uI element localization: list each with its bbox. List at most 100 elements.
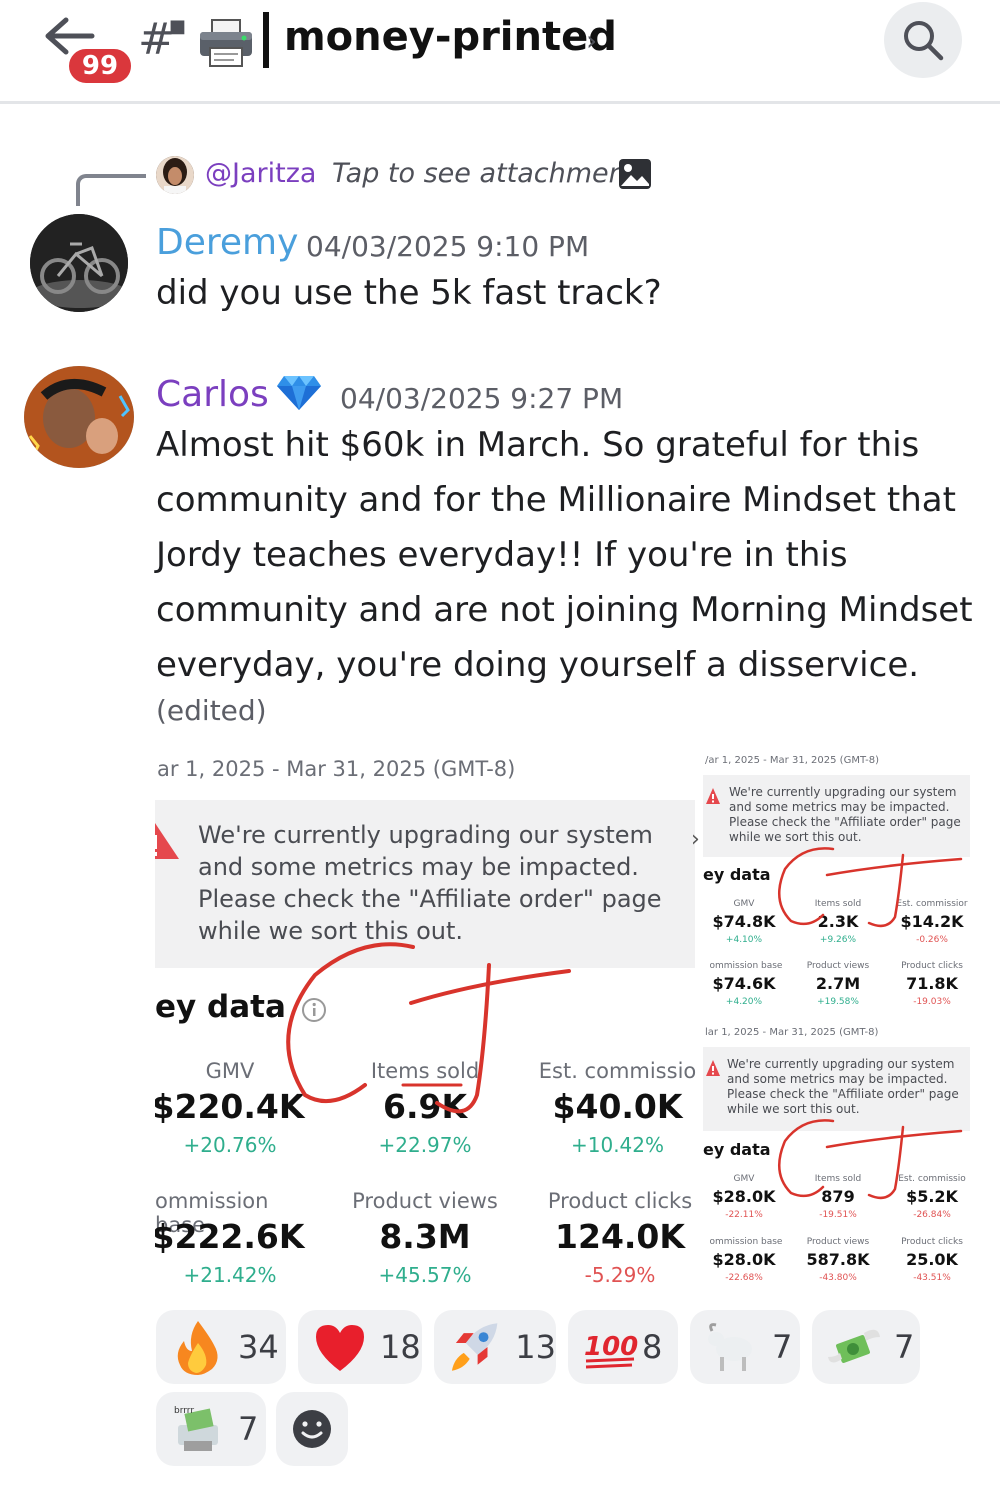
metric-value: $74.6K <box>712 974 776 993</box>
metric-value: 8.3M <box>379 1217 471 1256</box>
warning-line: while we sort this out. <box>729 830 862 844</box>
metric-value: 71.8K <box>906 974 958 993</box>
metric-label: Items sold <box>370 1059 480 1083</box>
reaction-fire[interactable]: 34 <box>156 1310 286 1384</box>
reaction-count: 18 <box>380 1328 421 1366</box>
avatar-deremy[interactable] <box>30 214 128 312</box>
metric-label: Product clicks <box>901 961 963 971</box>
attachment-image[interactable]: ar 1, 2025 - Mar 31, 2025 (GMT-8) We're … <box>155 745 975 1295</box>
message-line: Almost hit $60k in March. So grateful fo… <box>156 425 920 465</box>
add-reaction-button[interactable] <box>276 1392 348 1466</box>
reaction-money-printer[interactable]: brrrr 7 <box>156 1392 266 1466</box>
metric-value: 2.3K <box>817 912 859 931</box>
printer-icon <box>200 19 252 67</box>
metric-label: ommission base <box>709 1237 783 1247</box>
channel-divider <box>263 12 269 68</box>
metric-change: -22.11% <box>725 1210 763 1220</box>
reaction-money-wings[interactable]: 7 <box>812 1310 920 1384</box>
money-printer-emoji-icon: brrrr <box>174 1406 218 1451</box>
metric-label: GMV <box>733 899 755 909</box>
metric-label: Items sold <box>814 899 862 909</box>
metric-value: $28.0K <box>712 1187 776 1206</box>
metric-change: +4.20% <box>725 997 763 1007</box>
image-attachment-icon[interactable] <box>618 158 652 190</box>
dashboard-main: ar 1, 2025 - Mar 31, 2025 (GMT-8) We're … <box>155 745 700 1295</box>
key-data-title: ey data <box>703 865 771 884</box>
warning-icon <box>706 1060 720 1076</box>
metric-value: $14.2K <box>900 912 964 931</box>
dashboard-thumb-bottom: lar 1, 2025 - Mar 31, 2025 (GMT-8) We're… <box>703 1017 975 1295</box>
reaction-goat[interactable]: 7 <box>690 1310 800 1384</box>
avatar-carlos[interactable] <box>24 366 134 468</box>
metric-change: -0.26% <box>916 935 948 945</box>
message-text: did you use the 5k fast track? <box>156 273 662 313</box>
warning-line: Please check the "Affiliate order" page <box>198 885 662 913</box>
warning-line: Please check the "Affiliate order" page <box>727 1087 959 1101</box>
metric-label: Items sold <box>814 1174 862 1184</box>
metric-label: GMV <box>205 1059 255 1083</box>
warning-line: while we sort this out. <box>727 1102 860 1116</box>
metric-change: -26.84% <box>913 1210 951 1220</box>
metric-label: Product views <box>806 961 870 971</box>
metric-label: ommission base <box>709 961 783 971</box>
warning-line: and some metrics may be impacted. <box>729 800 950 814</box>
info-icon <box>302 998 326 1022</box>
metric-value: $5.2K <box>906 1187 958 1206</box>
metric-value: 2.7M <box>815 974 861 993</box>
metric-value: 25.0K <box>906 1250 958 1269</box>
metric-change: +10.42% <box>570 1133 665 1157</box>
metric-change: +4.10% <box>725 935 763 945</box>
message-timestamp: 04/03/2025 9:27 PM <box>340 382 624 415</box>
metric-label: Product views <box>352 1189 498 1213</box>
message-author[interactable]: Deremy <box>156 222 298 263</box>
message-line: community and are not joining Morning Mi… <box>156 590 973 630</box>
dashboard-thumb-top: /ar 1, 2025 - Mar 31, 2025 (GMT-8) We're… <box>703 745 975 1015</box>
smiley-add-reaction-icon <box>293 1410 331 1448</box>
metric-change: -22.68% <box>725 1273 763 1283</box>
message-line: everyday, you're doing yourself a disser… <box>156 645 920 685</box>
metric-label: Est. commissior <box>896 899 968 909</box>
reaction-count: 34 <box>238 1328 279 1366</box>
metric-change: +21.42% <box>183 1263 277 1287</box>
channel-name[interactable]: money-printed <box>284 14 617 60</box>
warning-line: We're currently upgrading our system <box>729 785 957 799</box>
reply-preview-text[interactable]: Tap to see attachment <box>332 158 636 189</box>
chevron-right-icon[interactable]: › <box>586 24 597 57</box>
diamond-badge-icon <box>277 376 321 410</box>
channel-header: 99 #■ money-printed › <box>0 0 1000 104</box>
warning-line: We're currently upgrading our system <box>727 1057 955 1071</box>
unread-badge: 99 <box>66 46 134 86</box>
metric-label: Product views <box>806 1237 870 1247</box>
metric-label: Product clicks <box>901 1237 963 1247</box>
reply-username[interactable]: @Jaritza <box>205 158 316 189</box>
warning-line: Please check the "Affiliate order" page <box>729 815 961 829</box>
metric-change: +22.97% <box>378 1133 472 1157</box>
metric-change: +45.57% <box>378 1263 472 1287</box>
fire-emoji-icon <box>177 1321 218 1375</box>
metric-change: -43.80% <box>819 1273 857 1283</box>
reply-avatar[interactable] <box>156 156 194 194</box>
reaction-heart[interactable]: 18 <box>298 1310 422 1384</box>
metric-value: 879 <box>821 1187 855 1206</box>
warning-icon <box>155 823 179 859</box>
reaction-hundred[interactable]: 100 8 <box>568 1310 678 1384</box>
svg-text:brrrr: brrrr <box>174 1406 194 1416</box>
reaction-count: 8 <box>642 1328 663 1366</box>
reaction-count: 7 <box>238 1410 259 1448</box>
message-timestamp: 04/03/2025 9:10 PM <box>306 230 590 263</box>
svg-text:100: 100 <box>584 1332 638 1362</box>
metric-change: +19.58% <box>817 997 859 1007</box>
reaction-rocket[interactable]: 13 <box>434 1310 556 1384</box>
chevron-right-icon: › <box>691 827 700 852</box>
metric-value: $222.6K <box>155 1217 305 1256</box>
hundred-points-emoji-icon: 100 <box>584 1332 638 1369</box>
search-button[interactable] <box>884 2 962 78</box>
message-author[interactable]: Carlos <box>156 374 269 415</box>
metric-value: 124.0K <box>555 1217 685 1256</box>
reaction-count: 7 <box>772 1328 793 1366</box>
metric-value: $28.0K <box>712 1250 776 1269</box>
heart-emoji-icon <box>316 1325 364 1371</box>
reaction-count: 7 <box>894 1328 915 1366</box>
metric-change: -19.51% <box>819 1210 857 1220</box>
warning-icon <box>706 788 720 804</box>
